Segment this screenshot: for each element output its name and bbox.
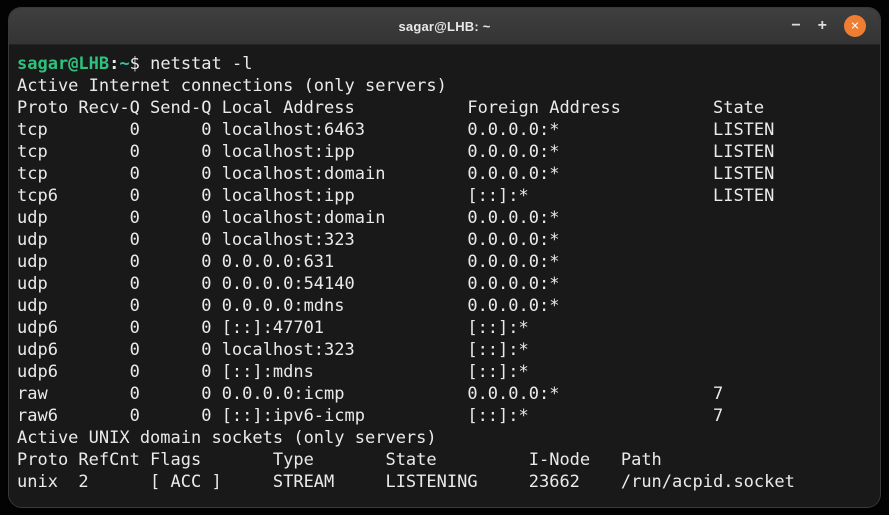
terminal-window: sagar@LHB: ~ − + ✕ sagar@LHB:~$ netstat … — [8, 7, 881, 508]
terminal-output-line: Proto RefCnt Flags Type State I-Node Pat… — [17, 450, 662, 470]
window-title: sagar@LHB: ~ — [398, 18, 491, 34]
terminal-output-line: tcp 0 0 localhost:domain 0.0.0.0:* LISTE… — [17, 164, 775, 184]
terminal-output-line: udp 0 0 localhost:domain 0.0.0.0:* — [17, 208, 713, 228]
minimize-button[interactable]: − — [791, 18, 800, 34]
terminal-output-line: Active UNIX domain sockets (only servers… — [17, 428, 437, 448]
terminal-output-line: tcp 0 0 localhost:ipp 0.0.0.0:* LISTEN — [17, 142, 775, 162]
terminal-output-line: udp 0 0 0.0.0.0:631 0.0.0.0:* — [17, 252, 713, 272]
close-button[interactable]: ✕ — [844, 15, 866, 37]
terminal-screen[interactable]: sagar@LHB:~$ netstat -l Active Internet … — [9, 45, 880, 507]
command-text: netstat -l — [139, 54, 253, 74]
terminal-output-line: tcp6 0 0 localhost:ipp [::]:* LISTEN — [17, 186, 775, 206]
maximize-button[interactable]: + — [818, 18, 827, 34]
close-icon: ✕ — [850, 19, 860, 32]
window-controls: − + ✕ — [791, 8, 866, 44]
terminal-output-line: udp 0 0 localhost:323 0.0.0.0:* — [17, 230, 713, 250]
prompt-path: ~ — [119, 54, 130, 74]
terminal-output-line: udp6 0 0 localhost:323 [::]:* — [17, 340, 713, 360]
prompt-user-host: sagar@LHB — [17, 54, 110, 74]
prompt-separator: : — [109, 54, 120, 74]
terminal-output-line: udp6 0 0 [::]:47701 [::]:* — [17, 318, 713, 338]
terminal-output-line: udp6 0 0 [::]:mdns [::]:* — [17, 362, 713, 382]
terminal-output-line: unix 2 [ ACC ] STREAM LISTENING 23662 /r… — [17, 472, 795, 492]
terminal-output-line: udp 0 0 0.0.0.0:54140 0.0.0.0:* — [17, 274, 713, 294]
terminal-output-line: tcp 0 0 localhost:6463 0.0.0.0:* LISTEN — [17, 120, 775, 140]
prompt-line: sagar@LHB:~$ netstat -l — [17, 53, 874, 75]
terminal-output-line: Active Internet connections (only server… — [17, 76, 447, 96]
terminal-output-line: raw 0 0 0.0.0.0:icmp 0.0.0.0:* 7 — [17, 384, 724, 404]
terminal-output-line: Proto Recv-Q Send-Q Local Address Foreig… — [17, 98, 765, 118]
terminal-output-line: raw6 0 0 [::]:ipv6-icmp [::]:* 7 — [17, 406, 724, 426]
titlebar[interactable]: sagar@LHB: ~ − + ✕ — [9, 8, 880, 45]
prompt-symbol: $ — [129, 54, 140, 74]
terminal-output: Active Internet connections (only server… — [17, 75, 874, 493]
terminal-output-line: udp 0 0 0.0.0.0:mdns 0.0.0.0:* — [17, 296, 713, 316]
